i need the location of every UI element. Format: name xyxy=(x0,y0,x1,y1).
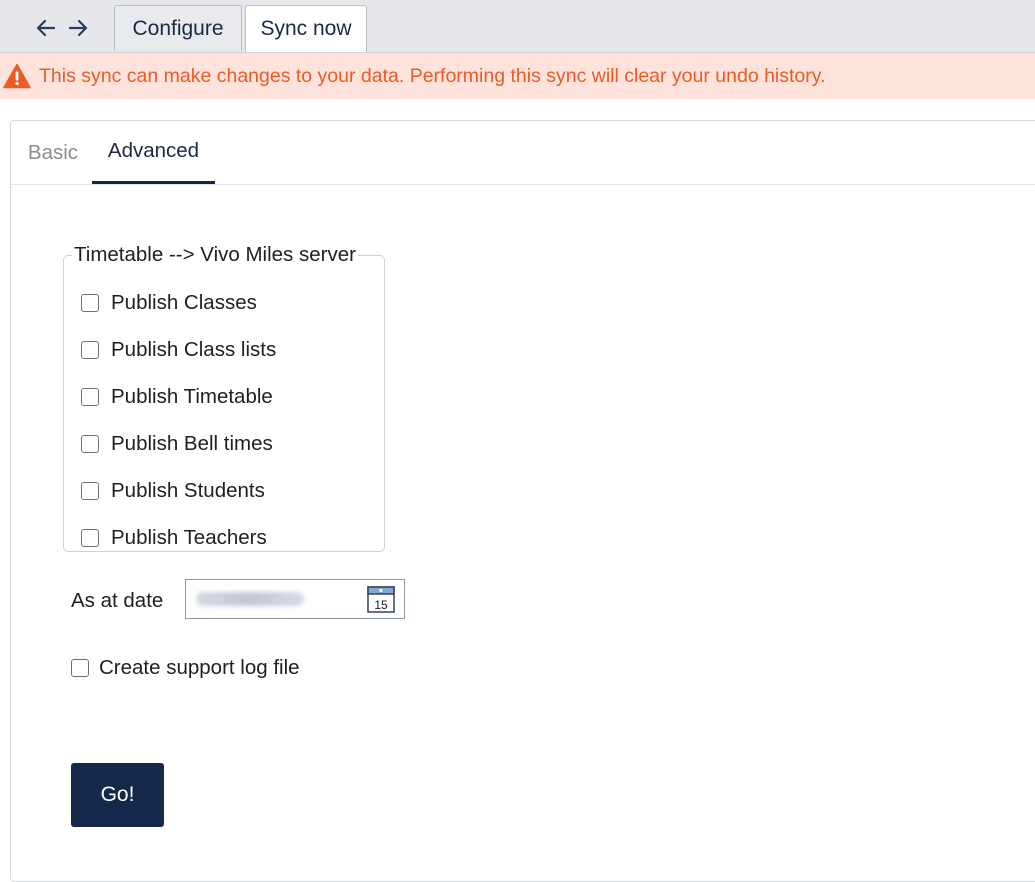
tab-basic[interactable]: Basic xyxy=(21,121,85,184)
warning-text: This sync can make changes to your data.… xyxy=(39,64,826,87)
tab-basic-label: Basic xyxy=(27,140,79,164)
publish-teachers-option[interactable]: Publish Teachers xyxy=(81,523,267,553)
publish-students-checkbox[interactable] xyxy=(81,482,99,500)
sync-panel: Basic Advanced Timetable --> Vivo Miles … xyxy=(10,120,1035,882)
publish-class-lists-checkbox[interactable] xyxy=(81,341,99,359)
publish-options-group: Timetable --> Vivo Miles server Publish … xyxy=(63,243,385,552)
as-at-date-input[interactable]: 15 xyxy=(185,579,405,619)
warning-banner: This sync can make changes to your data.… xyxy=(0,53,1035,99)
support-log-label: Create support log file xyxy=(99,656,300,679)
calendar-icon[interactable]: 15 xyxy=(367,585,395,613)
publish-classes-option[interactable]: Publish Classes xyxy=(81,288,257,318)
publish-bell-times-checkbox[interactable] xyxy=(81,435,99,453)
tab-sync-now-label: Sync now xyxy=(260,17,352,40)
publish-students-label: Publish Students xyxy=(111,479,265,502)
tab-advanced-label: Advanced xyxy=(107,139,200,162)
tab-advanced[interactable]: Advanced xyxy=(92,121,215,184)
publish-classes-checkbox[interactable] xyxy=(81,294,99,312)
tab-configure[interactable]: Configure xyxy=(114,5,242,51)
publish-classes-label: Publish Classes xyxy=(111,291,257,314)
support-log-checkbox[interactable] xyxy=(71,659,89,677)
date-value-redacted xyxy=(196,592,304,606)
publish-class-lists-option[interactable]: Publish Class lists xyxy=(81,335,276,365)
sub-tab-bar: Basic Advanced xyxy=(11,121,1035,185)
publish-bell-times-option[interactable]: Publish Bell times xyxy=(81,429,273,459)
publish-group-legend: Timetable --> Vivo Miles server xyxy=(74,243,356,266)
arrow-right-icon[interactable] xyxy=(64,14,92,42)
tab-sync-now[interactable]: Sync now xyxy=(245,5,367,52)
publish-timetable-checkbox[interactable] xyxy=(81,388,99,406)
publish-class-lists-label: Publish Class lists xyxy=(111,338,277,361)
warning-triangle-icon xyxy=(2,61,32,91)
publish-timetable-label: Publish Timetable xyxy=(111,385,273,408)
go-button[interactable]: Go! xyxy=(71,763,164,827)
as-at-date-label: As at date xyxy=(71,589,164,612)
calendar-day-number: 15 xyxy=(374,598,388,612)
support-log-option[interactable]: Create support log file xyxy=(71,653,300,683)
publish-teachers-checkbox[interactable] xyxy=(81,529,99,547)
tab-configure-label: Configure xyxy=(132,16,224,40)
top-bar: Configure Sync now xyxy=(0,0,1035,53)
arrow-left-icon[interactable] xyxy=(32,14,60,42)
publish-bell-times-label: Publish Bell times xyxy=(111,432,273,455)
publish-students-option[interactable]: Publish Students xyxy=(81,476,265,506)
publish-teachers-label: Publish Teachers xyxy=(111,526,267,549)
publish-timetable-option[interactable]: Publish Timetable xyxy=(81,382,273,412)
